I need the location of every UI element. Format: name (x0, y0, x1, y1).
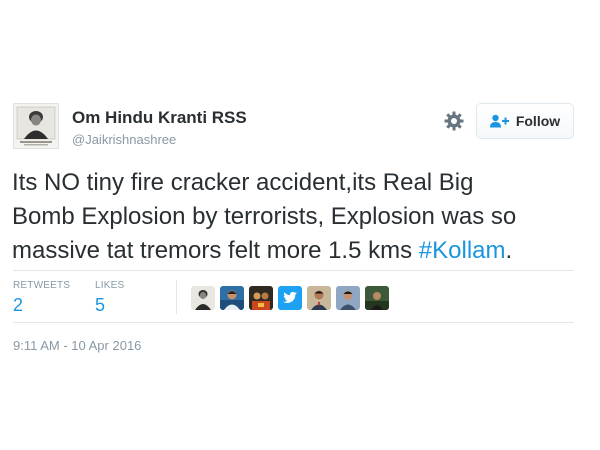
tweet-timestamp[interactable]: 9:11 AM - 10 Apr 2016 (13, 338, 141, 353)
portrait-avatar-icon[interactable] (191, 286, 215, 310)
tweet-text: Its NO tiny fire cracker accident,its Re… (12, 166, 592, 268)
follow-label: Follow (515, 113, 561, 129)
tweet-card: Om Hindu Kranti RSS @Jaikrishnashree Fol… (0, 0, 600, 450)
retweets-count: 2 (13, 295, 24, 315)
tweet-text-line: massive tat tremors felt more 1.5 kms #K… (12, 234, 592, 268)
stats-top-divider (13, 270, 574, 271)
group-avatar-icon[interactable] (249, 286, 273, 310)
follow-button[interactable]: Follow (476, 103, 574, 139)
likes-count: 5 (95, 295, 106, 315)
stats-separator (176, 280, 177, 314)
person-avatar-icon[interactable] (336, 286, 360, 310)
user-avatar[interactable] (13, 103, 59, 149)
stats-bottom-divider (13, 322, 574, 323)
tweet-text-segment: massive tat tremors felt more 1.5 kms (12, 237, 419, 264)
retweets-stat[interactable]: RETWEETS 2 (13, 280, 70, 316)
likes-label: LIKES (95, 280, 125, 291)
screen-name[interactable]: @Jaikrishnashree (72, 132, 176, 147)
hashtag-link[interactable]: #Kollam (419, 237, 506, 264)
likes-stat[interactable]: LIKES 5 (95, 280, 124, 316)
display-name[interactable]: Om Hindu Kranti RSS (72, 108, 247, 128)
person-suit-avatar-icon[interactable] (307, 286, 331, 310)
twitter-bird-icon[interactable] (278, 286, 302, 310)
retweets-label: RETWEETS (13, 280, 71, 291)
likers-list (191, 286, 389, 310)
add-user-icon (489, 114, 510, 128)
outdoor-avatar-icon[interactable] (365, 286, 389, 310)
portrait-avatar-icon (14, 104, 58, 148)
tweet-text-line: Its NO tiny fire cracker accident,its Re… (12, 169, 474, 196)
person-avatar-icon[interactable] (220, 286, 244, 310)
tweet-text-trailing: . (505, 237, 513, 264)
gear-icon[interactable] (444, 111, 464, 131)
tweet-text-line: Bomb Explosion by terrorists, Explosion … (12, 203, 517, 230)
